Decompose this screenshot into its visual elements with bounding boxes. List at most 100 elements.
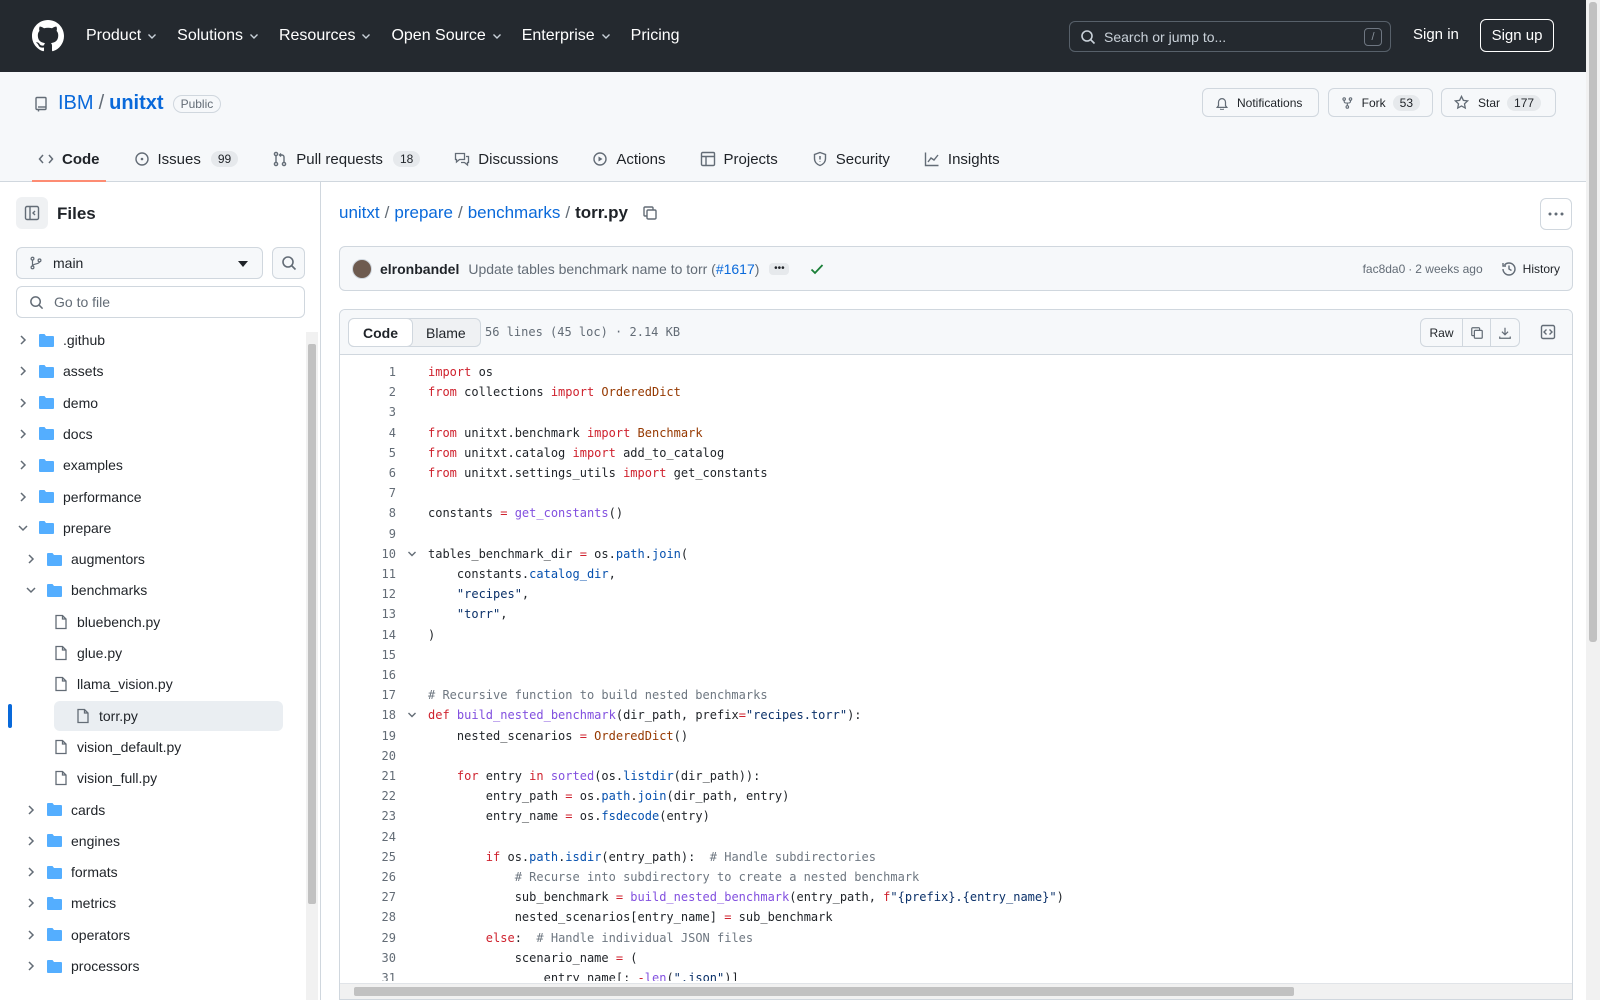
tree-folder[interactable]: prepare [16, 513, 286, 543]
fold-toggle[interactable] [396, 548, 428, 560]
line-number[interactable]: 19 [340, 729, 396, 743]
copy-raw-button[interactable] [1463, 319, 1491, 346]
line-number[interactable]: 27 [340, 890, 396, 904]
line-number[interactable]: 22 [340, 789, 396, 803]
chevron-right-icon[interactable] [16, 458, 30, 472]
commit-author-link[interactable]: elronbandel [380, 261, 459, 277]
line-number[interactable]: 16 [340, 668, 396, 682]
line-number[interactable]: 4 [340, 426, 396, 440]
chevron-right-icon[interactable] [24, 865, 38, 879]
line-number[interactable]: 30 [340, 951, 396, 965]
line-number[interactable]: 5 [340, 446, 396, 460]
tab-security[interactable]: Security [806, 140, 896, 178]
tree-folder[interactable]: demo [16, 388, 286, 418]
raw-button[interactable]: Raw [1421, 319, 1463, 346]
chevron-right-icon[interactable] [16, 427, 30, 441]
line-number[interactable]: 1 [340, 365, 396, 379]
chevron-right-icon[interactable] [24, 803, 38, 817]
sign-up-button[interactable]: Sign up [1480, 19, 1554, 52]
tab-pull-requests[interactable]: Pull requests 18 [266, 140, 426, 178]
line-number[interactable]: 20 [340, 749, 396, 763]
line-number[interactable]: 14 [340, 628, 396, 642]
breadcrumb-link-prepare[interactable]: prepare [394, 203, 453, 223]
nav-item-product[interactable]: Product [86, 27, 157, 45]
line-number[interactable]: 31 [340, 971, 396, 981]
line-number[interactable]: 25 [340, 850, 396, 864]
page-scrollbar-thumb[interactable] [1589, 2, 1597, 642]
sign-in-link[interactable]: Sign in [1413, 26, 1459, 43]
go-to-file-input[interactable]: Go to file [16, 286, 305, 318]
tree-folder[interactable]: engines [16, 826, 286, 856]
expand-commit-message-button[interactable]: ••• [769, 262, 790, 275]
horizontal-scrollbar-thumb[interactable] [354, 987, 1294, 996]
download-button[interactable] [1491, 319, 1519, 346]
tab-discussions[interactable]: Discussions [448, 140, 564, 178]
tab-issues[interactable]: Issues 99 [128, 140, 245, 178]
line-number[interactable]: 21 [340, 769, 396, 783]
notifications-button[interactable]: Notifications [1202, 88, 1319, 117]
breadcrumb-link-benchmarks[interactable]: benchmarks [468, 203, 561, 223]
tree-folder[interactable]: cards [16, 795, 286, 825]
line-number[interactable]: 15 [340, 648, 396, 662]
tree-file[interactable]: torr.py [54, 700, 283, 731]
code-view-button[interactable]: Code [348, 318, 413, 347]
line-number[interactable]: 6 [340, 466, 396, 480]
tree-folder[interactable]: metrics [16, 888, 286, 918]
line-number[interactable]: 18 [340, 708, 396, 722]
line-number[interactable]: 9 [340, 527, 396, 541]
chevron-right-icon[interactable] [24, 552, 38, 566]
nav-item-enterprise[interactable]: Enterprise [522, 27, 611, 45]
tree-folder[interactable]: assets [16, 356, 286, 386]
tab-code[interactable]: Code [32, 140, 106, 182]
tree-folder[interactable]: docs [16, 419, 286, 449]
nav-item-pricing[interactable]: Pricing [631, 27, 680, 45]
chevron-right-icon[interactable] [24, 959, 38, 973]
tab-projects[interactable]: Projects [694, 140, 784, 178]
tree-file[interactable]: vision_full.py [16, 763, 286, 793]
line-number[interactable]: 26 [340, 870, 396, 884]
chevron-right-icon[interactable] [24, 834, 38, 848]
fork-button[interactable]: Fork 53 [1328, 88, 1433, 117]
line-number[interactable]: 29 [340, 931, 396, 945]
branch-selector[interactable]: main [16, 247, 263, 279]
commit-hash-link[interactable]: fac8da0 [1363, 262, 1406, 276]
code-view[interactable]: 1 import os 2 from collections import Order… [340, 356, 1572, 981]
line-number[interactable]: 3 [340, 405, 396, 419]
chevron-right-icon[interactable] [16, 396, 30, 410]
commit-pr-link[interactable]: #1617 [716, 261, 755, 277]
more-options-button[interactable] [1540, 198, 1572, 230]
line-number[interactable]: 7 [340, 486, 396, 500]
nav-item-open-source[interactable]: Open Source [391, 27, 501, 45]
line-number[interactable]: 23 [340, 809, 396, 823]
chevron-right-icon[interactable] [16, 490, 30, 504]
chevron-down-icon[interactable] [16, 521, 30, 535]
tab-actions[interactable]: Actions [586, 140, 671, 178]
chevron-right-icon[interactable] [16, 333, 30, 347]
blame-view-button[interactable]: Blame [412, 319, 480, 346]
tree-folder[interactable]: benchmarks [16, 575, 286, 605]
line-number[interactable]: 17 [340, 688, 396, 702]
star-button[interactable]: Star 177 [1441, 88, 1556, 117]
tree-folder[interactable]: examples [16, 450, 286, 480]
chevron-right-icon[interactable] [24, 928, 38, 942]
tree-folder[interactable]: augmentors [16, 544, 286, 574]
tree-folder[interactable]: .github [16, 327, 286, 355]
collapse-sidebar-button[interactable] [16, 197, 48, 229]
tree-file[interactable]: llama_vision.py [16, 669, 286, 699]
line-number[interactable]: 28 [340, 910, 396, 924]
line-number[interactable]: 13 [340, 607, 396, 621]
tree-file[interactable]: bluebench.py [16, 607, 286, 637]
nav-item-resources[interactable]: Resources [279, 27, 371, 45]
symbols-panel-button[interactable] [1536, 320, 1560, 344]
line-number[interactable]: 10 [340, 547, 396, 561]
copy-path-icon[interactable] [642, 205, 658, 221]
line-number[interactable]: 2 [340, 385, 396, 399]
commit-message[interactable]: Update tables benchmark name to torr (#1… [468, 261, 759, 277]
tree-folder[interactable]: operators [16, 920, 286, 950]
line-number[interactable]: 24 [340, 830, 396, 844]
page-scrollbar[interactable] [1586, 0, 1600, 1000]
history-button[interactable]: History [1501, 261, 1560, 277]
repo-owner-link[interactable]: IBM [58, 92, 94, 115]
chevron-down-icon[interactable] [24, 583, 38, 597]
fold-toggle[interactable] [396, 709, 428, 721]
